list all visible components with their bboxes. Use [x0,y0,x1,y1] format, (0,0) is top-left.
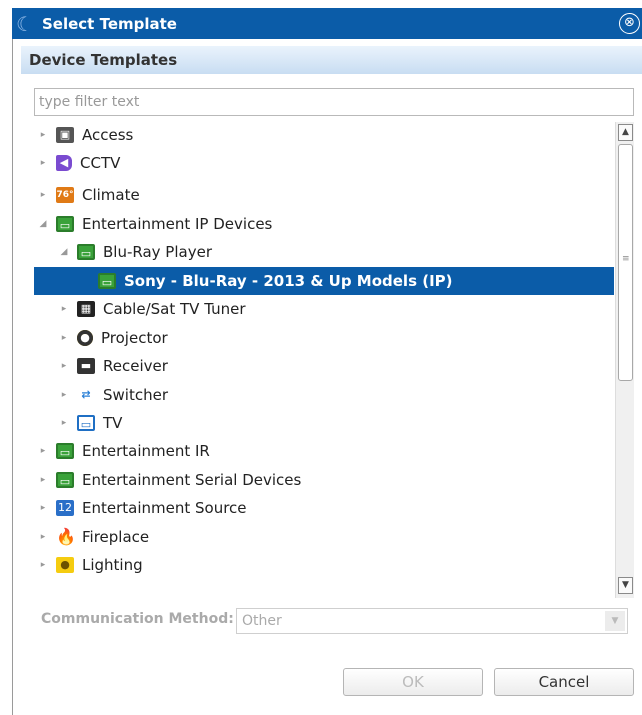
fire-icon: 🔥 [56,527,76,546]
cancel-button[interactable]: Cancel [494,668,634,696]
collapsed-arrow-icon[interactable]: ▸ [38,158,48,168]
lock-icon: ▣ [56,127,74,143]
tree-item[interactable]: ▸ ▬ Receiver [34,352,614,380]
ok-button[interactable]: OK [343,668,483,696]
tree-item[interactable]: ▸ ▭ Entertainment IR [34,437,614,465]
collapsed-arrow-icon[interactable]: ▸ [59,361,69,371]
source-icon: 12 [56,500,74,516]
tree-item-label: Blu-Ray Player [103,243,212,261]
communication-method-value: Other [242,613,282,629]
tree-item[interactable]: ◢ ▭ Entertainment IP Devices [34,210,614,238]
tree-item[interactable]: ▸ ▣ Access [34,121,614,149]
scroll-up-icon[interactable]: ▲ [618,124,633,141]
tree-item-label: CCTV [80,154,121,172]
tree-item-label: Climate [82,186,140,204]
close-icon[interactable]: ⊗ [619,13,640,34]
tree-item-label: Fireplace [82,528,150,546]
tuner-icon: ▦ [77,301,95,317]
expanded-arrow-icon[interactable]: ◢ [59,247,69,257]
projector-icon: ● [77,330,93,346]
tree-item[interactable]: ◢ ▭ Blu-Ray Player [34,238,614,266]
tree-scrollbar[interactable]: ▲ ≡ ▼ [615,122,634,598]
entertainment-icon: ▭ [56,443,74,459]
tree-item[interactable]: ▸ ▭ Entertainment Serial Devices [34,466,614,494]
collapsed-arrow-icon[interactable]: ▸ [38,130,48,140]
light-icon: ● [56,557,74,573]
camera-icon: ◀ [56,155,72,171]
collapsed-arrow-icon[interactable]: ▸ [59,390,69,400]
collapsed-arrow-icon[interactable]: ▸ [38,190,48,200]
tree-item-label: Lighting [82,556,143,574]
tree-item[interactable]: ▸ 76° Climate [34,181,614,209]
tree-item-label: Projector [101,329,168,347]
entertainment-icon: ▭ [98,273,116,289]
tree-item-label: Access [82,126,134,144]
tree-item-label: Entertainment Source [82,499,247,517]
switcher-icon: ⇄ [81,388,91,401]
tree-item[interactable]: ▸ 🔥 Fireplace [34,523,614,551]
collapsed-arrow-icon[interactable]: ▸ [38,446,48,456]
scroll-thumb[interactable]: ≡ [618,144,633,381]
collapsed-arrow-icon[interactable]: ▸ [59,333,69,343]
thermostat-icon: 76° [56,187,74,203]
window-title: Select Template [42,14,177,33]
template-tree[interactable]: ▸ ▣ Access ▸ ◀ CCTV ▸ 76° Climate ◢ ▭ Entertainment… [34,120,634,598]
tree-item[interactable]: ▸ ▦ Cable/Sat TV Tuner [34,295,614,323]
collapsed-arrow-icon[interactable]: ▸ [38,503,48,513]
entertainment-icon: ▭ [56,216,74,232]
chevron-down-icon[interactable]: ▼ [605,611,625,631]
tree-item-label: Cable/Sat TV Tuner [103,300,246,318]
title-bar: ☾ Select Template ⊗ [12,8,642,39]
tree-item-label: Sony - Blu-Ray - 2013 & Up Models (IP) [124,272,453,290]
entertainment-icon: ▭ [56,472,74,488]
tree-item[interactable]: ▸ 12 Entertainment Source [34,494,614,522]
tree-item-label: Entertainment IP Devices [82,215,273,233]
tree-item[interactable]: ▸ ▭ TV [34,409,614,437]
window-border [12,39,13,715]
app-logo-icon: ☾ [16,11,34,36]
receiver-icon: ▬ [77,358,95,374]
communication-method-label: Communication Method: [41,611,234,627]
expanded-arrow-icon[interactable]: ◢ [38,219,48,229]
tree-item[interactable]: ▸ ● Lighting [34,551,614,579]
collapsed-arrow-icon[interactable]: ▸ [59,304,69,314]
collapsed-arrow-icon[interactable]: ▸ [38,475,48,485]
tree-item-label: Switcher [103,386,168,404]
collapsed-arrow-icon[interactable]: ▸ [59,418,69,428]
entertainment-icon: ▭ [77,244,95,260]
collapsed-arrow-icon[interactable]: ▸ [38,560,48,570]
tree-item[interactable]: ▸ ⇄ Switcher [34,381,614,409]
communication-method-select[interactable]: Other ▼ [236,608,628,634]
scroll-down-icon[interactable]: ▼ [618,577,633,594]
tree-item-label: Entertainment Serial Devices [82,471,302,489]
tree-item[interactable]: ▸ ◀ CCTV [34,149,614,177]
filter-input[interactable] [34,88,634,116]
tree-item-label: TV [103,414,123,432]
collapsed-arrow-icon[interactable]: ▸ [38,532,48,542]
tree-item[interactable]: ▭ Sony - Blu-Ray - 2013 & Up Models (IP) [34,267,614,295]
tv-icon: ▭ [77,415,95,431]
grip-icon: ≡ [622,254,630,264]
tree-item-label: Receiver [103,357,168,375]
section-header: Device Templates [21,46,642,74]
tree-item-label: Entertainment IR [82,442,210,460]
tree-item[interactable]: ▸ ● Projector [34,324,614,352]
